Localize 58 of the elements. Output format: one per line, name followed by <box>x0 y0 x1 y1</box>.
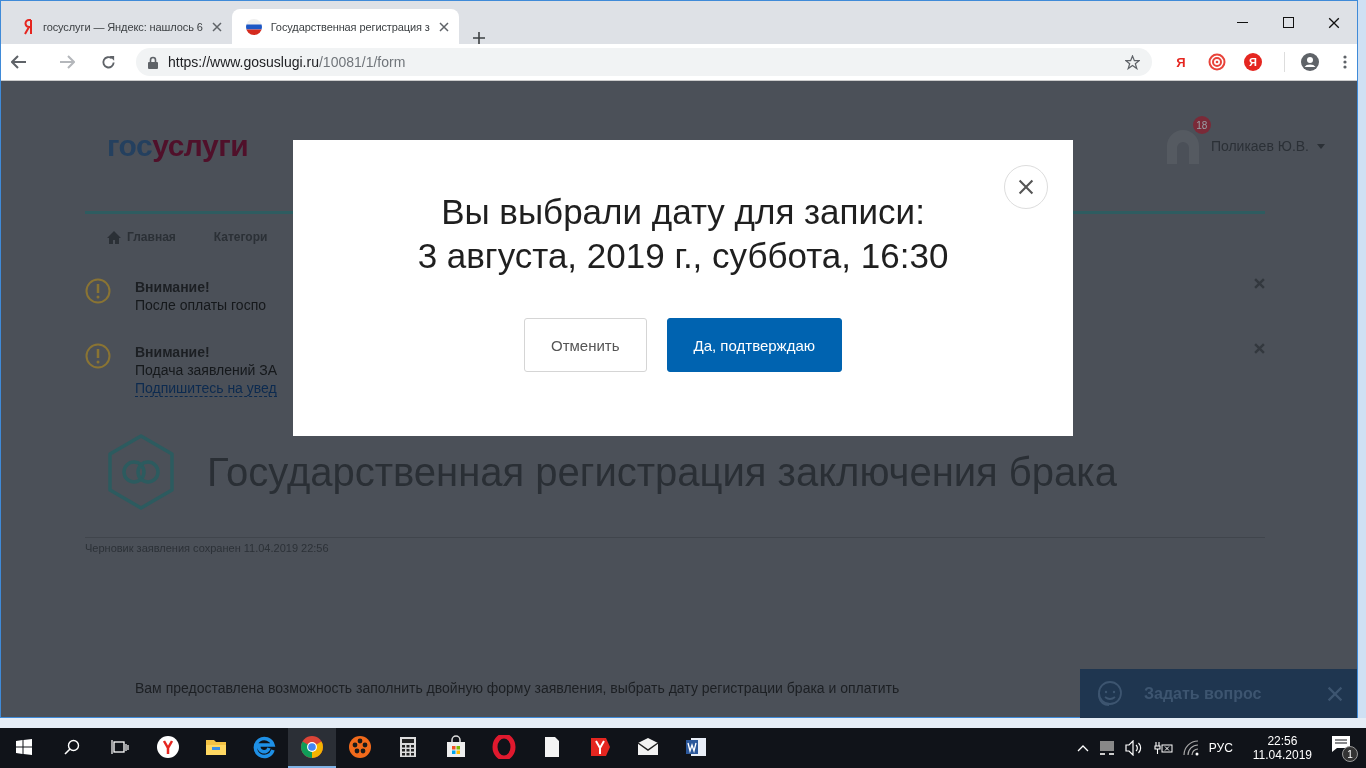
search-icon[interactable] <box>64 739 80 755</box>
alert-close-icon <box>1254 278 1265 289</box>
clock-date[interactable]: 11.04.2019 <box>1252 748 1312 762</box>
url-text: https://www.gosuslugi.ru/10081/1/form <box>168 54 406 70</box>
address-bar[interactable]: https://www.gosuslugi.ru/10081/1/form <box>136 48 1152 76</box>
monitor-icon[interactable] <box>1098 740 1115 756</box>
chat-close-icon <box>1327 685 1343 702</box>
window-close-icon <box>1328 16 1340 29</box>
alert-text: После оплаты госпо <box>135 297 267 313</box>
opera-icon <box>492 735 516 759</box>
chevron-up-icon[interactable] <box>1076 744 1089 752</box>
caret-icon <box>1317 143 1325 149</box>
volume-icon[interactable] <box>1124 740 1143 756</box>
windows-icon[interactable] <box>16 739 32 755</box>
film-reel-icon <box>348 735 372 759</box>
warning-icon <box>85 278 111 304</box>
lock-icon <box>148 55 158 69</box>
reload-icon[interactable] <box>101 54 116 70</box>
rings-icon <box>105 433 177 511</box>
taskbar-app[interactable] <box>288 728 336 768</box>
alert-text: Подача заявлений ЗА <box>135 362 278 378</box>
profile-icon[interactable] <box>1301 53 1319 71</box>
wifi-icon[interactable] <box>1182 740 1199 756</box>
battery-icon[interactable] <box>1152 741 1173 755</box>
target-icon[interactable] <box>1208 53 1226 71</box>
close-icon <box>438 21 449 32</box>
chrome-icon <box>300 735 324 759</box>
yandex-icon <box>24 18 34 35</box>
maximize-icon[interactable] <box>1282 17 1294 28</box>
browser-tab[interactable]: Государственная регистрация з <box>231 9 459 44</box>
back-icon[interactable] <box>11 55 27 69</box>
browser-icon <box>156 735 180 759</box>
star-icon[interactable] <box>1125 54 1140 70</box>
task-view-icon[interactable] <box>111 739 129 755</box>
yandex-extension[interactable]: Я <box>1244 53 1262 71</box>
minimize-icon[interactable] <box>1236 21 1248 24</box>
language-indicator[interactable]: РУС <box>1208 741 1233 755</box>
dialog-title: Вы выбрали дату для записи: 3 августа, 2019 г., суббота, 16:30 <box>417 191 949 277</box>
menu-icon[interactable] <box>1343 55 1347 69</box>
clock-time[interactable]: 22:56 <box>1267 734 1298 748</box>
notification-center[interactable]: 1 <box>1332 736 1358 760</box>
cancel-button[interactable]: Отменить <box>524 318 647 372</box>
alert-close-icon <box>1254 343 1265 354</box>
edge-icon <box>252 735 276 759</box>
notification-count: 18 <box>1192 116 1211 134</box>
flag-icon <box>588 735 612 759</box>
warning-icon <box>85 343 111 369</box>
confirm-button[interactable]: Да, подтверждаю <box>666 318 842 372</box>
new-tab-icon[interactable] <box>472 32 485 44</box>
flag-icon <box>245 18 262 35</box>
close-icon <box>211 21 222 32</box>
close-icon <box>1018 179 1034 195</box>
shopping-bag-icon <box>444 735 468 759</box>
yandex-extension[interactable]: Я <box>1166 54 1196 70</box>
home-icon <box>107 230 121 244</box>
browser-tab[interactable]: госуслуги — Яндекс: нашлось 6 <box>10 9 232 44</box>
dialog-close-button[interactable] <box>1004 165 1048 209</box>
word-icon <box>684 735 708 759</box>
